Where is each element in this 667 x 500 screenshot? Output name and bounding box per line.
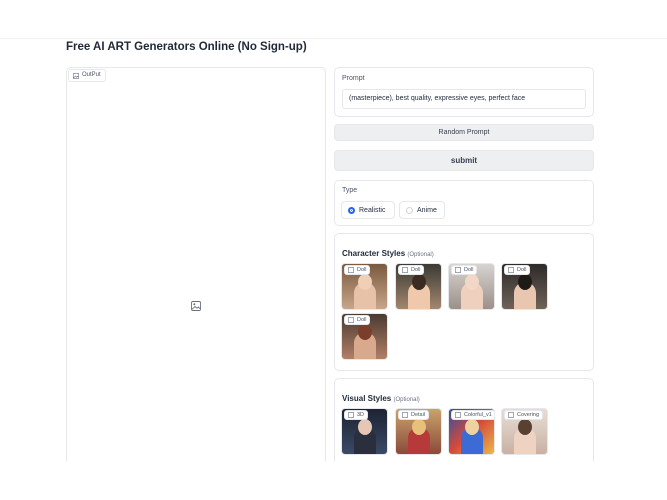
image-icon bbox=[73, 72, 79, 79]
portrait-head bbox=[411, 419, 426, 435]
viewport-bottom bbox=[0, 461, 667, 500]
thumb-label: Doll bbox=[451, 265, 478, 275]
image-icon bbox=[508, 267, 514, 273]
thumb-label-text: Covering bbox=[517, 412, 540, 418]
top-bar bbox=[0, 0, 667, 39]
image-icon bbox=[402, 267, 408, 273]
output-label: OutPut bbox=[68, 69, 106, 82]
character-style-thumb[interactable]: Doll bbox=[448, 263, 495, 310]
output-label-text: OutPut bbox=[82, 72, 101, 78]
thumb-label: Covering bbox=[504, 410, 544, 420]
thumb-label-text: Doll bbox=[464, 267, 474, 273]
thumb-label-text: 3D bbox=[357, 412, 365, 418]
thumb-label-text: Doll bbox=[517, 267, 527, 273]
image-icon bbox=[455, 412, 461, 418]
portrait-head bbox=[357, 419, 372, 435]
type-card: Type Realistic Anime bbox=[334, 180, 594, 226]
character-styles-title: Character Styles (Optional) bbox=[342, 249, 434, 258]
prompt-card: Prompt (masterpiece), best quality, expr… bbox=[334, 67, 594, 117]
visual-styles-card: Visual Styles (Optional) 3D Detail Color… bbox=[334, 378, 594, 469]
visual-style-thumb[interactable]: Detail bbox=[395, 408, 442, 455]
thumb-label: Doll bbox=[344, 315, 371, 325]
image-icon bbox=[348, 267, 354, 273]
radio-unchecked-icon bbox=[406, 206, 413, 214]
radio-checked-icon bbox=[348, 206, 355, 214]
portrait-head bbox=[517, 419, 532, 435]
thumb-label: Doll bbox=[398, 265, 425, 275]
prompt-label: Prompt bbox=[342, 75, 365, 82]
thumb-label: Doll bbox=[504, 265, 531, 275]
thumb-label-text: Doll bbox=[357, 317, 367, 323]
character-style-thumb[interactable]: Doll bbox=[395, 263, 442, 310]
thumb-label: Colorful_v1 bbox=[451, 410, 494, 420]
portrait-head bbox=[464, 419, 479, 435]
portrait-head bbox=[357, 274, 372, 290]
image-icon bbox=[348, 317, 354, 323]
thumb-label: 3D bbox=[344, 410, 369, 420]
thumb-label-text: Doll bbox=[357, 267, 367, 273]
character-style-thumb[interactable]: Doll bbox=[341, 263, 388, 310]
visual-styles-title-text: Visual Styles bbox=[342, 394, 392, 403]
thumb-label-text: Detail bbox=[411, 412, 426, 418]
output-panel: OutPut bbox=[66, 67, 326, 469]
random-prompt-button[interactable]: Random Prompt bbox=[334, 124, 594, 141]
portrait-head bbox=[357, 324, 372, 340]
character-styles-optional: (Optional) bbox=[407, 252, 434, 258]
radio-realistic[interactable]: Realistic bbox=[341, 201, 395, 219]
radio-anime-label: Anime bbox=[417, 206, 437, 214]
thumb-label-text: Doll bbox=[411, 267, 421, 273]
visual-style-thumb[interactable]: 3D bbox=[341, 408, 388, 455]
visual-styles-optional: (Optional) bbox=[393, 397, 420, 403]
character-style-thumb[interactable]: Doll bbox=[341, 313, 388, 360]
radio-anime[interactable]: Anime bbox=[399, 201, 445, 219]
submit-button[interactable]: submit bbox=[334, 150, 594, 171]
character-styles-title-text: Character Styles bbox=[342, 249, 406, 258]
radio-realistic-label: Realistic bbox=[359, 206, 386, 214]
visual-style-thumb[interactable]: Colorful_v1 bbox=[448, 408, 495, 455]
image-icon bbox=[455, 267, 461, 273]
portrait-head bbox=[464, 274, 479, 290]
image-placeholder-icon bbox=[191, 301, 201, 311]
prompt-input[interactable]: (masterpiece), best quality, expressive … bbox=[342, 89, 586, 109]
page-title: Free AI ART Generators Online (No Sign-u… bbox=[66, 41, 307, 53]
type-label: Type bbox=[342, 187, 358, 194]
portrait-head bbox=[411, 274, 426, 290]
thumb-label: Doll bbox=[344, 265, 371, 275]
image-icon bbox=[348, 412, 354, 418]
character-style-thumb[interactable]: Doll bbox=[501, 263, 548, 310]
visual-style-thumb[interactable]: Covering bbox=[501, 408, 548, 455]
image-icon bbox=[402, 412, 408, 418]
visual-styles-title: Visual Styles (Optional) bbox=[342, 394, 420, 403]
thumb-label: Detail bbox=[398, 410, 430, 420]
image-icon bbox=[508, 412, 514, 418]
portrait-head bbox=[517, 274, 532, 290]
thumb-label-text: Colorful_v1 bbox=[464, 412, 492, 418]
character-styles-card: Character Styles (Optional) Doll Doll Do… bbox=[334, 233, 594, 371]
